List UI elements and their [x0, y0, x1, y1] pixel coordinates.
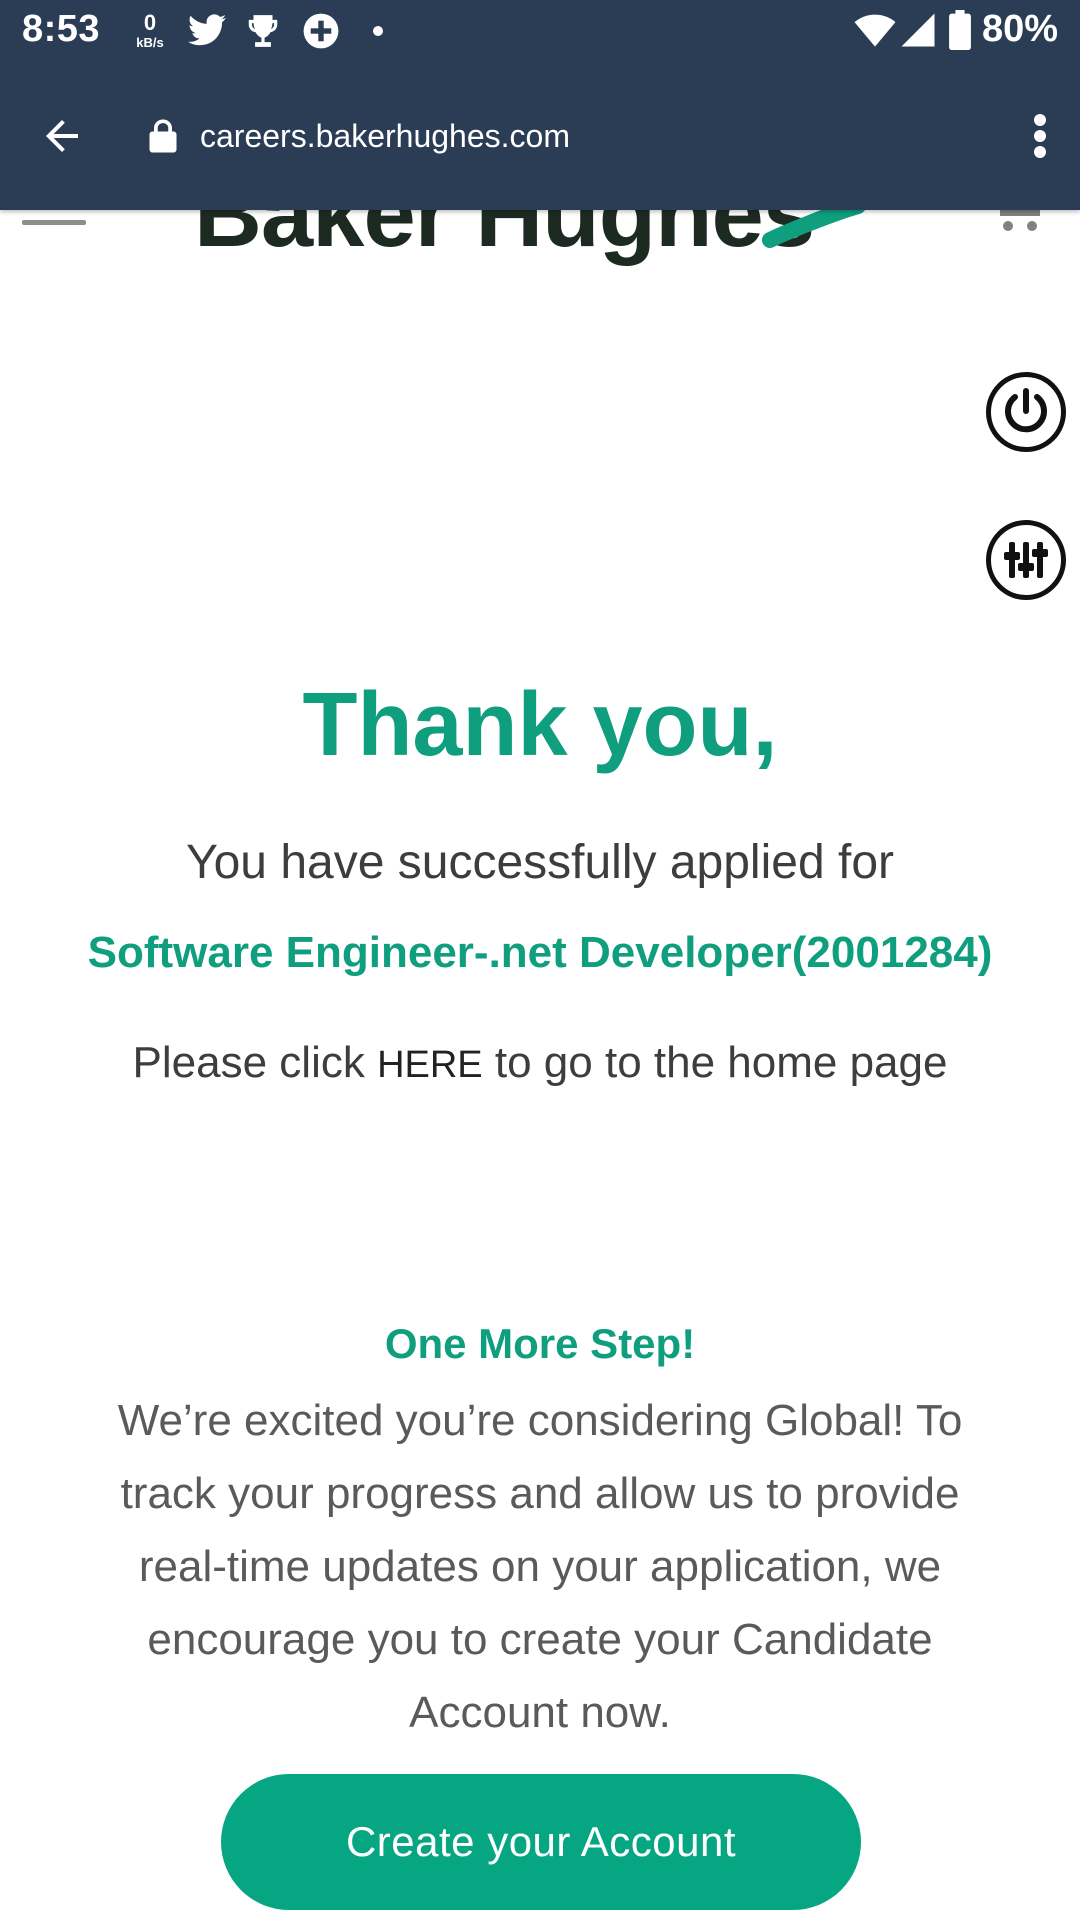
status-bar: 8:53 0 kB/s 80% — [0, 0, 1080, 62]
network-speed-indicator: 0 kB/s — [128, 10, 172, 50]
screen: 8:53 0 kB/s 80% careers.bakerhughes.com … — [0, 0, 1080, 1920]
browser-toolbar: careers.bakerhughes.com — [0, 62, 1080, 210]
job-title: Software Engineer-.net Developer(2001284… — [87, 928, 993, 977]
home-prefix: Please click — [132, 1038, 378, 1087]
battery-icon — [949, 10, 971, 50]
lock-icon — [149, 119, 177, 153]
home-page-instruction: Please click HERE to go to the home page — [0, 1038, 1080, 1088]
home-link[interactable]: HERE — [377, 1044, 483, 1086]
cellular-signal-icon — [901, 13, 935, 47]
baker-hughes-logo[interactable]: Baker Hughes — [194, 210, 815, 266]
battery-percent: 80% — [981, 8, 1058, 50]
site-header: Baker Hughes — [0, 210, 1080, 280]
status-time: 8:53 — [22, 8, 101, 50]
adjustments-accessibility-button[interactable] — [986, 520, 1066, 600]
hamburger-menu-icon[interactable] — [22, 220, 86, 225]
back-arrow-icon[interactable] — [38, 112, 86, 160]
one-more-step-message: We’re excited you’re considering Global!… — [117, 1396, 963, 1737]
thank-you-title: Thank you, — [302, 675, 778, 775]
url-field[interactable]: careers.bakerhughes.com — [200, 118, 570, 155]
dot-icon — [373, 26, 383, 36]
cart-icon[interactable] — [996, 210, 1044, 240]
applied-message: You have successfully applied for — [186, 836, 894, 889]
sliders-icon — [1004, 542, 1048, 578]
logo-text: Baker Hughes — [194, 210, 815, 266]
trophy-icon — [248, 15, 278, 47]
one-more-step-title: One More Step! — [384, 1320, 696, 1367]
network-speed-unit: kB/s — [136, 35, 164, 50]
plus-circle-icon — [303, 13, 339, 49]
more-vert-icon[interactable] — [1030, 112, 1050, 160]
twitter-icon — [188, 14, 226, 46]
power-accessibility-button[interactable] — [986, 372, 1066, 452]
network-speed-value: 0 — [143, 10, 157, 35]
wifi-icon — [854, 14, 896, 47]
application-confirmation: Thank you, You have successfully applied… — [0, 640, 1080, 1088]
home-suffix: to go to the home page — [482, 1038, 948, 1087]
create-account-button[interactable]: Create your Account — [221, 1774, 861, 1910]
power-icon — [1005, 388, 1047, 433]
